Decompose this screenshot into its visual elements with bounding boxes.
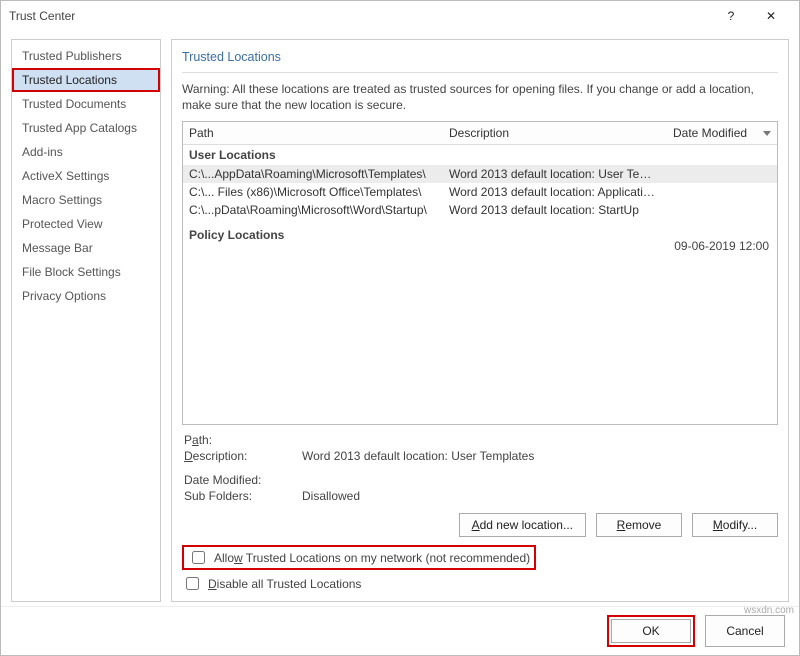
cell-desc: Word 2013 default location: User Templat… [443,165,667,183]
cell-date [667,165,777,183]
title-bar: Trust Center ? ✕ [1,1,799,31]
remove-button[interactable]: Remove [596,513,682,537]
warning-text: Warning: All these locations are treated… [182,81,778,113]
sidebar-item-activex-settings[interactable]: ActiveX Settings [12,164,160,188]
disable-all-label[interactable]: Disable all Trusted Locations [208,577,361,591]
main-panel: Trusted Locations Warning: All these loc… [171,39,789,602]
list-header: Path Description Date Modified [183,122,777,145]
sidebar-item-privacy-options[interactable]: Privacy Options [12,284,160,308]
col-description[interactable]: Description [443,122,667,144]
detail-path-label: Path: [184,433,294,447]
help-button[interactable]: ? [711,2,751,30]
trust-center-dialog: Trust Center ? ✕ Trusted Publishers Trus… [0,0,800,656]
detail-date-label: Date Modified: [184,473,294,487]
cell-date [667,183,777,201]
list-row[interactable]: C:\... Files (x86)\Microsoft Office\Temp… [183,183,777,201]
sidebar-item-trusted-publishers[interactable]: Trusted Publishers [12,44,160,68]
list-row[interactable]: C:\...pData\Roaming\Microsoft\Word\Start… [183,201,777,219]
allow-network-row: Allow Trusted Locations on my network (n… [182,543,778,572]
col-path[interactable]: Path [183,122,443,144]
list-row[interactable]: C:\...AppData\Roaming\Microsoft\Template… [183,165,777,183]
detail-desc-value: Word 2013 default location: User Templat… [302,449,776,463]
dialog-body: Trusted Publishers Trusted Locations Tru… [1,31,799,606]
close-icon: ✕ [766,9,776,23]
cell-desc: Word 2013 default location: Application … [443,183,667,201]
disable-all-row: Disable all Trusted Locations [182,572,778,595]
dialog-footer: OK Cancel [1,606,799,655]
help-icon: ? [728,9,735,23]
locations-list[interactable]: Path Description Date Modified User Loca… [182,121,778,425]
cell-path: C:\...pData\Roaming\Microsoft\Word\Start… [183,201,443,219]
col-date-modified[interactable]: Date Modified [667,122,777,144]
category-sidebar: Trusted Publishers Trusted Locations Tru… [11,39,161,602]
sidebar-item-trusted-app-catalogs[interactable]: Trusted App Catalogs [12,116,160,140]
detail-path-value [302,433,776,447]
window-title: Trust Center [9,9,711,23]
details-panel: Path: Description: Word 2013 default loc… [182,425,778,507]
list-body: User Locations C:\...AppData\Roaming\Mic… [183,145,777,424]
detail-date-value [302,473,776,487]
sidebar-item-trusted-documents[interactable]: Trusted Documents [12,92,160,116]
sidebar-item-message-bar[interactable]: Message Bar [12,236,160,260]
modify-button[interactable]: Modify... [692,513,778,537]
allow-network-label[interactable]: Allow Trusted Locations on my network (n… [214,551,530,565]
group-user-locations: User Locations [183,145,777,165]
sidebar-item-macro-settings[interactable]: Macro Settings [12,188,160,212]
sidebar-item-file-block-settings[interactable]: File Block Settings [12,260,160,284]
sidebar-item-add-ins[interactable]: Add-ins [12,140,160,164]
detail-subfolders-value: Disallowed [302,489,776,503]
cell-desc: Word 2013 default location: StartUp [443,201,667,219]
ok-button[interactable]: OK [611,619,691,643]
section-heading: Trusted Locations [182,46,778,73]
sidebar-item-trusted-locations[interactable]: Trusted Locations [12,68,160,92]
detail-desc-label: Description: [184,449,294,463]
close-button[interactable]: ✕ [751,2,791,30]
policy-date: 09-06-2019 12:00 [674,239,769,253]
sidebar-item-protected-view[interactable]: Protected View [12,212,160,236]
location-buttons: Add new location... Remove Modify... [182,507,778,543]
add-new-location-button[interactable]: Add new location... [459,513,586,537]
cell-path: C:\... Files (x86)\Microsoft Office\Temp… [183,183,443,201]
allow-network-checkbox[interactable] [192,551,205,564]
cell-path: C:\...AppData\Roaming\Microsoft\Template… [183,165,443,183]
disable-all-checkbox[interactable] [186,577,199,590]
cell-date [667,201,777,219]
cancel-button[interactable]: Cancel [705,615,785,647]
chevron-down-icon [763,131,771,136]
detail-subfolders-label: Sub Folders: [184,489,294,503]
